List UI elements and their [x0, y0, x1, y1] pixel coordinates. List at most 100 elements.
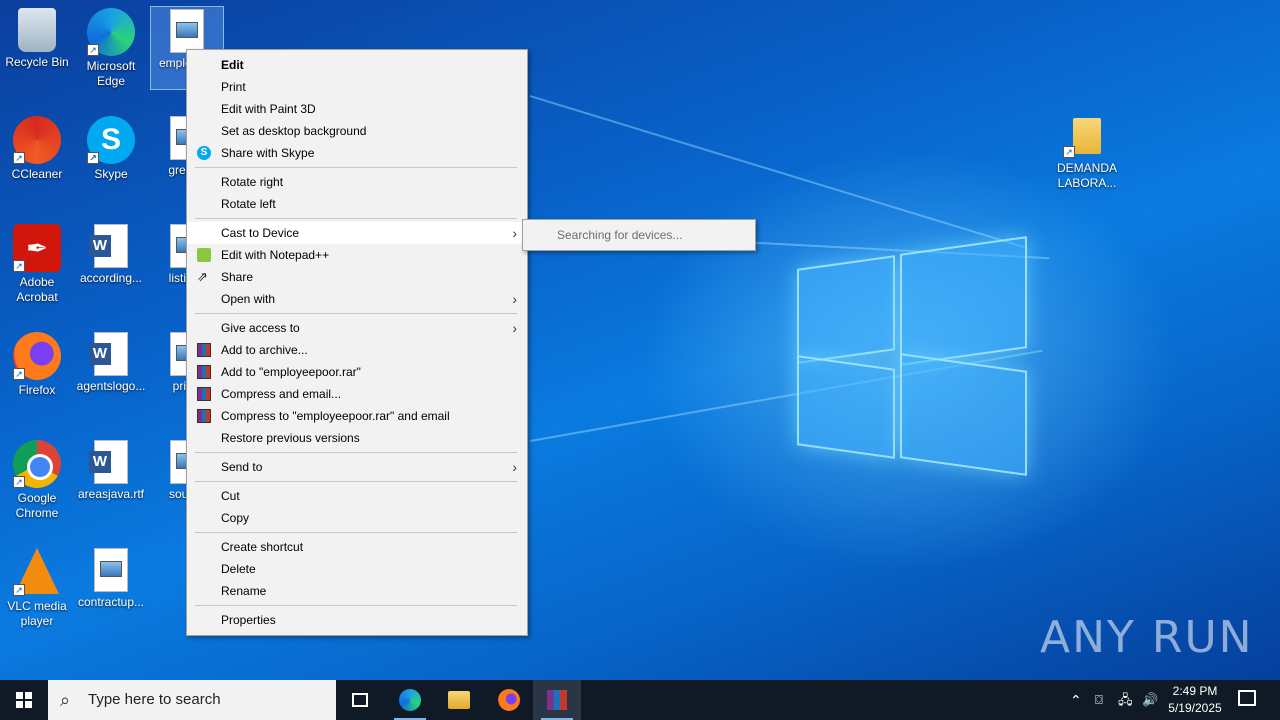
volume-icon[interactable]: 🔊 [1142, 680, 1158, 720]
word-doc-icon: W [89, 332, 128, 376]
desktop-icon-vlc[interactable]: ↗ VLC media player [0, 548, 74, 629]
taskbar-file-explorer[interactable] [435, 680, 483, 720]
desktop-icon-skype[interactable]: S ↗ Skype [74, 116, 148, 182]
clock-time: 2:49 PM [1172, 684, 1218, 698]
menu-separator [195, 218, 517, 219]
menu-item-add-to-rar[interactable]: Add to "employeepoor.rar" [187, 361, 527, 383]
menu-item-compress-rar-email[interactable]: Compress to "employeepoor.rar" and email [187, 405, 527, 427]
desktop-icon-agentslogo[interactable]: W agentslogo... [74, 332, 148, 394]
desktop-icon-according[interactable]: W according... [74, 224, 148, 286]
taskbar-search-box[interactable]: ⌕ Type here to search [48, 680, 336, 720]
menu-item-set-desktop-background[interactable]: Set as desktop background [187, 120, 527, 142]
chrome-icon: ↗ [13, 440, 61, 488]
menu-item-create-shortcut[interactable]: Create shortcut [187, 536, 527, 558]
menu-item-rotate-left[interactable]: Rotate left [187, 193, 527, 215]
desktop-icon-recycle-bin[interactable]: Recycle Bin [0, 8, 74, 70]
desktop-icon-label: Firefox [18, 383, 56, 397]
menu-item-edit[interactable]: Edit [187, 54, 527, 76]
menu-item-label: Print [221, 80, 246, 94]
menu-item-label: Copy [221, 511, 250, 525]
chevron-right-icon: › [512, 291, 517, 307]
desktop-icon-acrobat[interactable]: ✒ ↗ Adobe Acrobat [0, 224, 74, 305]
start-button[interactable] [0, 680, 48, 720]
taskbar-clock[interactable]: 2:49 PM 5/19/2025 [1160, 683, 1230, 717]
search-placeholder: Type here to search [88, 691, 221, 708]
menu-item-rename[interactable]: Rename [187, 580, 527, 602]
shortcut-arrow-icon: ↗ [13, 368, 25, 380]
desktop-icon-contractup[interactable]: contractup... [74, 548, 148, 610]
desktop-icon-ccleaner[interactable]: ↗ CCleaner [0, 116, 74, 182]
clock-date: 5/19/2025 [1168, 701, 1222, 715]
menu-item-restore-versions[interactable]: Restore previous versions [187, 427, 527, 449]
desktop-icon-label: Microsoft Edge [86, 59, 136, 88]
chevron-right-icon: › [512, 225, 517, 241]
winrar-icon [197, 343, 211, 357]
windows-logo-icon [16, 692, 32, 708]
folder-icon: ↗ [1063, 118, 1111, 158]
menu-separator [195, 452, 517, 453]
chevron-up-icon[interactable]: ⌃ [1070, 680, 1082, 720]
menu-item-label: Add to archive... [221, 343, 308, 357]
desktop-icon-areasjava[interactable]: W areasjava.rtf [74, 440, 148, 502]
menu-item-rotate-right[interactable]: Rotate right [187, 171, 527, 193]
menu-item-share[interactable]: ⇗ Share [187, 266, 527, 288]
menu-item-delete[interactable]: Delete [187, 558, 527, 580]
menu-item-edit-paint3d[interactable]: Edit with Paint 3D [187, 98, 527, 120]
skype-icon: S ↗ [87, 116, 135, 164]
winrar-icon [197, 365, 211, 379]
image-file-icon [170, 9, 204, 53]
menu-item-add-archive[interactable]: Add to archive... [187, 339, 527, 361]
desktop-icon-chrome[interactable]: ↗ Google Chrome [0, 440, 74, 521]
taskbar-edge[interactable] [386, 680, 434, 720]
menu-item-compress-email[interactable]: Compress and email... [187, 383, 527, 405]
menu-item-give-access[interactable]: Give access to › [187, 317, 527, 339]
notification-icon[interactable] [1238, 690, 1256, 706]
desktop-icon-label: areasjava.rtf [77, 487, 145, 501]
menu-item-label: Cast to Device [221, 226, 300, 240]
menu-item-open-with[interactable]: Open with › [187, 288, 527, 310]
meet-now-icon[interactable]: ⌼ [1095, 680, 1103, 720]
menu-item-label: Edit with Notepad++ [221, 248, 330, 262]
menu-item-label: Send to [221, 460, 263, 474]
windows-logo-pane [900, 353, 1027, 476]
menu-item-label: Set as desktop background [221, 124, 367, 138]
desktop-icon-edge[interactable]: ↗ Microsoft Edge [74, 8, 148, 89]
context-menu: Edit Print Edit with Paint 3D Set as des… [186, 49, 528, 636]
firefox-icon: ↗ [13, 332, 61, 380]
shortcut-arrow-icon: ↗ [13, 152, 25, 164]
menu-item-print[interactable]: Print [187, 76, 527, 98]
menu-item-send-to[interactable]: Send to › [187, 456, 527, 478]
menu-item-label: Delete [221, 562, 256, 576]
taskbar: ⌕ Type here to search ⌃ ⌼ 🖧 🔊 2:49 PM 5/… [0, 680, 1280, 720]
skype-icon: S [197, 146, 211, 160]
edge-icon: ↗ [87, 8, 135, 56]
desktop-icon-firefox[interactable]: ↗ Firefox [0, 332, 74, 398]
menu-item-share-skype[interactable]: S Share with Skype [187, 142, 527, 164]
shortcut-arrow-icon: ↗ [1063, 146, 1075, 158]
menu-item-properties[interactable]: Properties [187, 609, 527, 631]
image-file-icon [94, 548, 128, 592]
menu-item-label: Rotate left [221, 197, 276, 211]
network-icon[interactable]: 🖧 [1118, 680, 1133, 720]
menu-item-label: Rename [221, 584, 267, 598]
menu-item-label: Cut [221, 489, 240, 503]
taskbar-firefox[interactable] [485, 680, 533, 720]
taskbar-winrar[interactable] [533, 680, 581, 720]
menu-item-edit-notepadpp[interactable]: Edit with Notepad++ [187, 244, 527, 266]
menu-item-cast-to-device[interactable]: Cast to Device › [187, 222, 527, 244]
menu-separator [195, 605, 517, 606]
menu-item-label: Create shortcut [221, 540, 304, 554]
desktop-icon-label: Adobe Acrobat [16, 275, 58, 304]
menu-item-label: Edit [221, 58, 244, 72]
desktop-icon-label: CCleaner [11, 167, 63, 181]
file-explorer-icon [448, 691, 470, 709]
menu-item-cut[interactable]: Cut [187, 485, 527, 507]
menu-item-copy[interactable]: Copy [187, 507, 527, 529]
task-view-button[interactable] [336, 680, 384, 720]
recycle-bin-icon [18, 8, 56, 52]
desktop-icon-demanda-laboral[interactable]: ↗ DEMANDA LABORA... [1050, 118, 1124, 191]
word-doc-icon: W [89, 440, 128, 484]
word-doc-icon: W [89, 224, 128, 268]
submenu-status-text: Searching for devices... [557, 228, 683, 242]
winrar-icon [197, 387, 211, 401]
